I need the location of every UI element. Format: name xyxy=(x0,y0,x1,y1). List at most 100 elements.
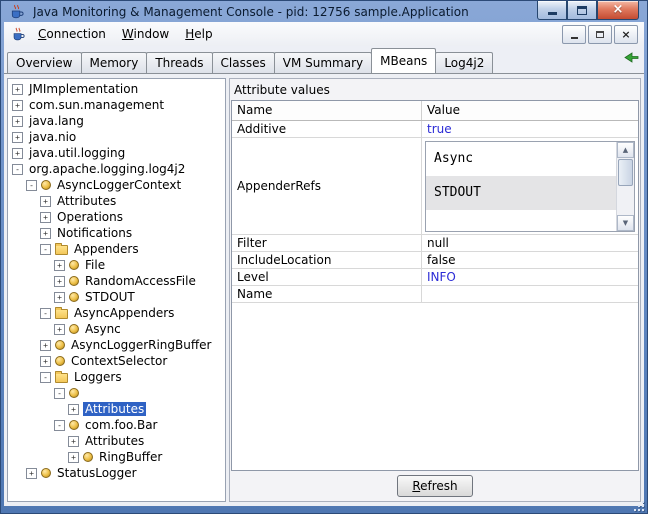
tree-node-label: Attributes xyxy=(83,402,146,416)
expand-toggle-icon[interactable]: + xyxy=(54,324,65,335)
tree-node-com-sun-management[interactable]: +com.sun.management xyxy=(8,97,225,113)
tab-vm-summary[interactable]: VM Summary xyxy=(274,52,372,73)
tree-node-java-util-logging[interactable]: +java.util.logging xyxy=(8,145,225,161)
tree-node-jmimplementation[interactable]: +JMImplementation xyxy=(8,81,225,97)
attr-row-name: Name xyxy=(232,286,638,303)
frame-restore-button[interactable] xyxy=(588,25,612,44)
expand-toggle-icon[interactable]: + xyxy=(12,132,23,143)
tree-node-attributes[interactable]: + Attributes xyxy=(8,193,225,209)
close-button[interactable]: × xyxy=(597,1,639,20)
expand-toggle-icon[interactable]: + xyxy=(54,276,65,287)
tree-node-file[interactable]: +File xyxy=(8,257,225,273)
expand-toggle-icon[interactable]: + xyxy=(12,100,23,111)
tree-node-randomaccessfile[interactable]: +RandomAccessFile xyxy=(8,273,225,289)
expand-toggle-icon[interactable]: + xyxy=(12,84,23,95)
tree-node-stdout[interactable]: +STDOUT xyxy=(8,289,225,305)
mbean-icon xyxy=(69,292,79,302)
menu-window[interactable]: Window xyxy=(114,24,177,44)
attr-value-cell[interactable]: AsyncSTDOUT▲▼ xyxy=(422,138,638,234)
tree-node-root-logger[interactable]: - xyxy=(8,385,225,401)
tab-overview[interactable]: Overview xyxy=(7,52,82,73)
mbean-icon xyxy=(55,340,65,350)
column-header-value[interactable]: Value xyxy=(422,101,638,120)
tree-node-java-lang[interactable]: + java.lang xyxy=(8,113,225,129)
collapse-toggle-icon[interactable]: - xyxy=(54,388,65,399)
tree-node-asyncloggerringbuffer[interactable]: +AsyncLoggerRingBuffer xyxy=(8,337,225,353)
tree-node-notifications[interactable]: +Notifications xyxy=(8,225,225,241)
tree-node-label: java.lang xyxy=(27,114,86,128)
tab-classes[interactable]: Classes xyxy=(212,52,275,73)
refresh-button[interactable]: Refresh xyxy=(397,475,472,497)
tree-node-label: AsyncAppenders xyxy=(72,306,176,320)
tree-node-label: Attributes xyxy=(55,194,118,208)
expand-toggle-icon[interactable]: + xyxy=(68,452,79,463)
tree-node-org-apache-logging-log4j2[interactable]: -org.apache.logging.log4j2 xyxy=(8,161,225,177)
collapse-toggle-icon[interactable]: - xyxy=(40,308,51,319)
expand-toggle-icon[interactable]: + xyxy=(40,340,51,351)
attr-row-includelocation: IncludeLocationfalse xyxy=(232,252,638,269)
tree-node-attributes[interactable]: + Attributes xyxy=(8,433,225,449)
expand-toggle-icon[interactable]: + xyxy=(40,356,51,367)
maximize-button[interactable] xyxy=(567,1,597,20)
frame-close-button[interactable]: × xyxy=(614,25,638,44)
scroll-down-icon[interactable]: ▼ xyxy=(617,215,634,231)
close-icon: × xyxy=(613,2,624,18)
tree-node-attributes[interactable]: + Attributes xyxy=(8,401,225,417)
list-item-async[interactable]: Async xyxy=(426,142,617,176)
tree-node-operations[interactable]: +Operations xyxy=(8,209,225,225)
titlebar[interactable]: Java Monitoring & Management Console - p… xyxy=(1,1,647,22)
scrollbar-thumb[interactable] xyxy=(618,159,633,186)
tree-node-async[interactable]: +Async xyxy=(8,321,225,337)
restore-icon xyxy=(596,31,604,38)
collapse-toggle-icon[interactable]: - xyxy=(54,420,65,431)
expand-toggle-icon[interactable]: + xyxy=(54,292,65,303)
attr-value-cell[interactable]: true xyxy=(422,121,638,137)
tree-node-statuslogger[interactable]: +StatusLogger xyxy=(8,465,225,481)
attr-value-cell[interactable]: null xyxy=(422,235,638,251)
window-title: Java Monitoring & Management Console - p… xyxy=(33,5,469,19)
list-scrollbar[interactable]: ▲▼ xyxy=(616,142,634,231)
expand-toggle-icon[interactable]: + xyxy=(54,260,65,271)
attr-value-cell[interactable]: INFO xyxy=(422,269,638,285)
tree-node-asyncloggercontext[interactable]: -AsyncLoggerContext xyxy=(8,177,225,193)
expand-toggle-icon[interactable]: + xyxy=(40,228,51,239)
attr-value-cell[interactable]: false xyxy=(422,252,638,268)
list-item-stdout[interactable]: STDOUT xyxy=(426,176,617,210)
tree-node-contextselector[interactable]: +ContextSelector xyxy=(8,353,225,369)
tree-node-asyncappenders[interactable]: - AsyncAppenders xyxy=(8,305,225,321)
expand-toggle-icon[interactable]: + xyxy=(40,212,51,223)
tree-node-loggers[interactable]: -Loggers xyxy=(8,369,225,385)
attr-row-level: LevelINFO xyxy=(232,269,638,286)
expand-toggle-icon[interactable]: + xyxy=(12,148,23,159)
collapse-toggle-icon[interactable]: - xyxy=(26,180,37,191)
expand-toggle-icon[interactable]: + xyxy=(40,196,51,207)
expand-toggle-icon[interactable]: + xyxy=(12,116,23,127)
folder-icon xyxy=(55,373,68,383)
collapse-toggle-icon[interactable]: - xyxy=(40,372,51,383)
attributes-table: NameValue AdditivetrueAppenderRefsAsyncS… xyxy=(231,100,639,471)
scroll-up-icon[interactable]: ▲ xyxy=(617,142,634,158)
resize-grip[interactable] xyxy=(633,500,645,512)
collapse-toggle-icon[interactable]: - xyxy=(12,164,23,175)
menu-connection[interactable]: Connection xyxy=(30,24,114,44)
collapse-toggle-icon[interactable]: - xyxy=(40,244,51,255)
expand-toggle-icon[interactable]: + xyxy=(68,436,79,447)
menu-help[interactable]: Help xyxy=(177,24,220,44)
tab-mbeans[interactable]: MBeans xyxy=(371,48,436,73)
tab-log4j2[interactable]: Log4j2 xyxy=(435,52,493,73)
column-header-name[interactable]: Name xyxy=(232,101,422,120)
tab-threads[interactable]: Threads xyxy=(146,52,212,73)
tree-node-ringbuffer[interactable]: +RingBuffer xyxy=(8,449,225,465)
attr-value-cell[interactable] xyxy=(422,286,638,302)
expand-toggle-icon[interactable]: + xyxy=(68,404,79,415)
attr-name-cell: AppenderRefs xyxy=(232,138,422,234)
tree-node-java-nio[interactable]: +java.nio xyxy=(8,129,225,145)
minimize-button[interactable] xyxy=(537,1,567,20)
tab-memory[interactable]: Memory xyxy=(81,52,148,73)
tree-node-label: Attributes xyxy=(83,434,146,448)
frame-minimize-button[interactable] xyxy=(562,25,586,44)
expand-toggle-icon[interactable]: + xyxy=(26,468,37,479)
tree-node-appenders[interactable]: -Appenders xyxy=(8,241,225,257)
list-rows: AsyncSTDOUT xyxy=(426,142,617,231)
tree-node-com-foo-bar[interactable]: -com.foo.Bar xyxy=(8,417,225,433)
